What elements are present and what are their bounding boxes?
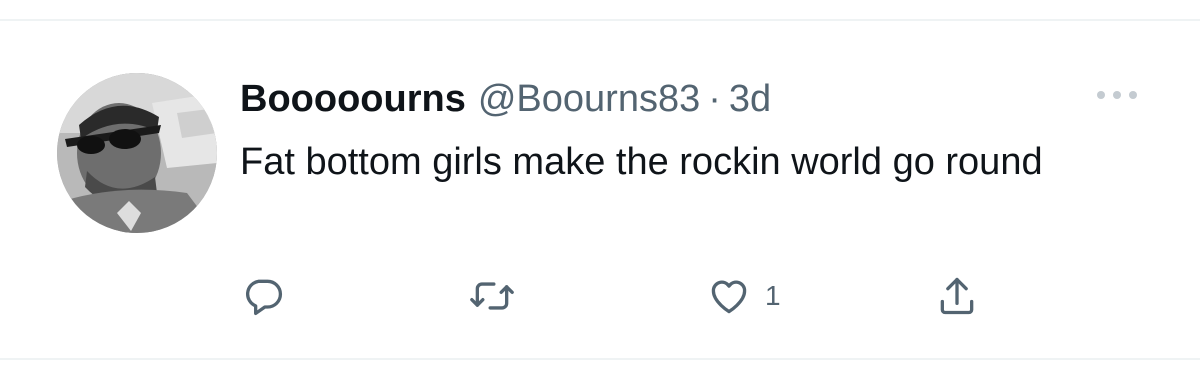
reply-icon — [241, 274, 285, 318]
heart-icon — [707, 274, 751, 318]
timestamp[interactable]: 3d — [729, 76, 771, 122]
avatar[interactable] — [57, 73, 217, 233]
like-button[interactable]: 1 — [707, 274, 781, 318]
retweet-icon — [468, 274, 516, 318]
retweet-button[interactable] — [468, 274, 516, 318]
display-name[interactable]: Booooourns — [240, 76, 466, 122]
tweet-header: Booooourns @Boourns83 · 3d — [240, 76, 771, 122]
reply-button[interactable] — [241, 274, 285, 318]
more-button[interactable] — [1092, 82, 1142, 112]
separator-dot: · — [708, 78, 721, 120]
top-divider — [0, 19, 1200, 21]
more-horizontal-icon — [1095, 88, 1139, 106]
share-icon — [935, 274, 979, 318]
tweet-text: Fat bottom girls make the rockin world g… — [240, 141, 1043, 183]
handle[interactable]: @Boourns83 — [478, 76, 700, 122]
share-button[interactable] — [935, 274, 979, 318]
bottom-divider — [0, 358, 1200, 360]
like-count: 1 — [765, 280, 781, 311]
